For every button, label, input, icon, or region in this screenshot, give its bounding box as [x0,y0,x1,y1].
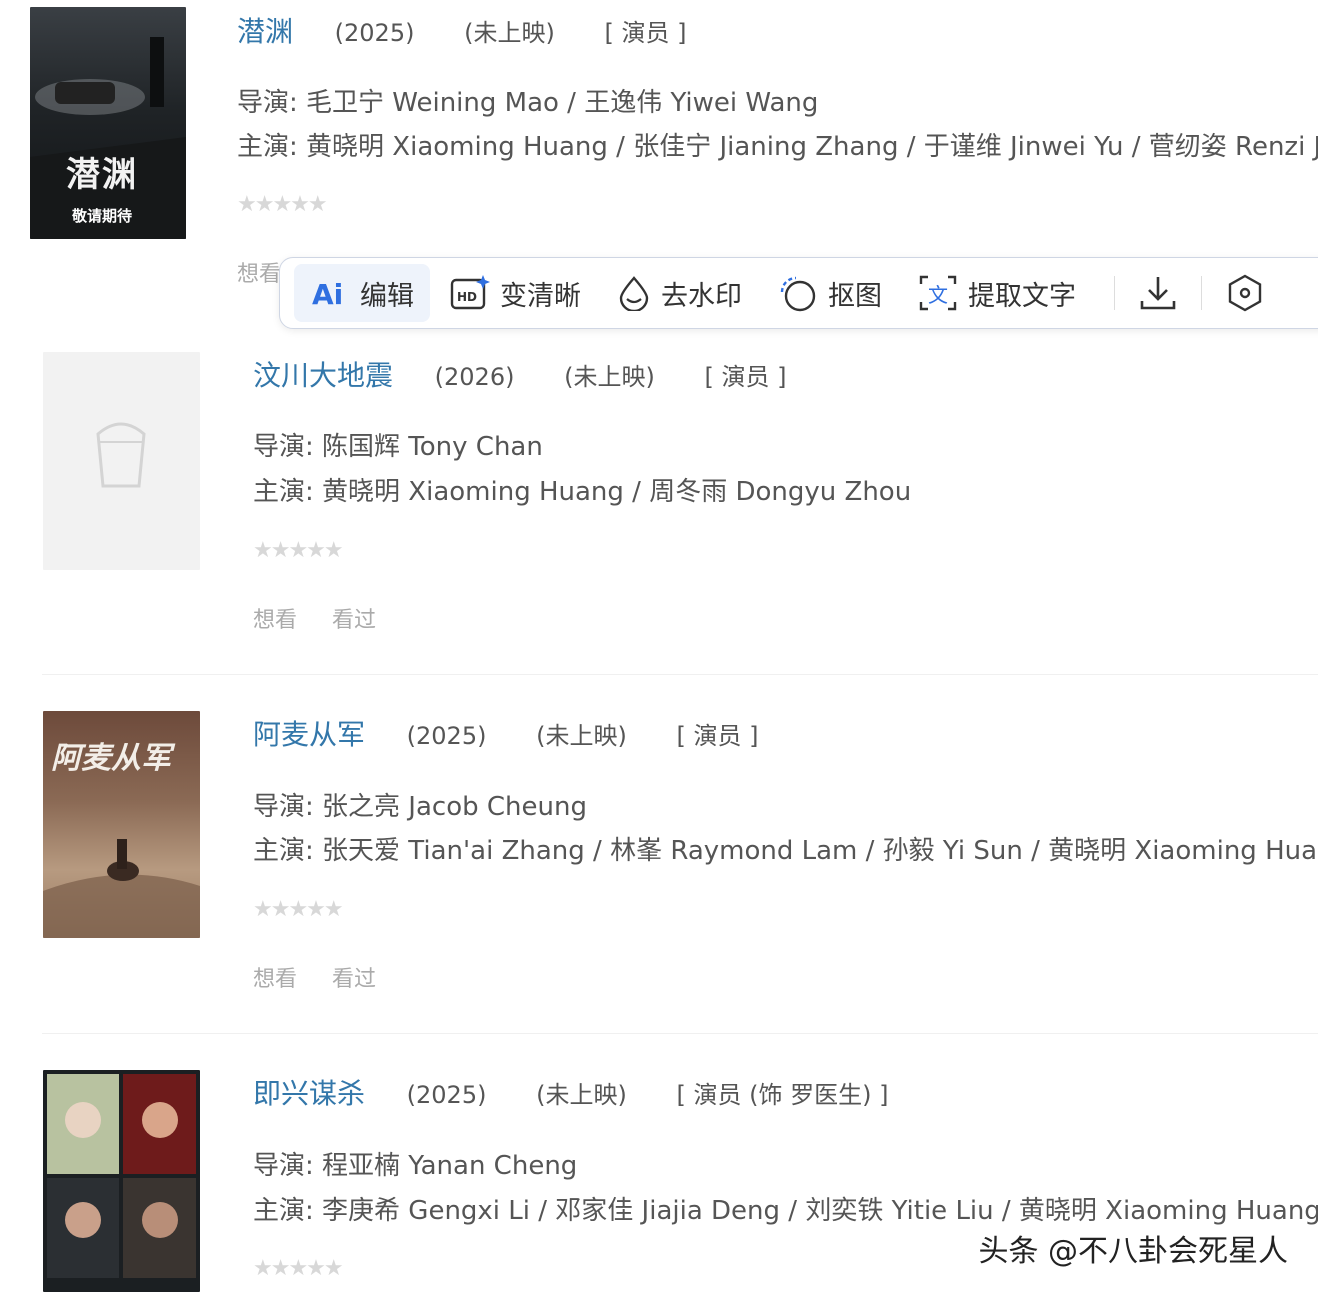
svg-text:HD: HD [457,290,477,304]
cutout-button[interactable]: 抠图 [762,264,898,322]
source-watermark: 头条 @不八卦会死星人 [978,1234,1288,1269]
cast-line: 主演: 黄晓明 Xiaoming Huang / 周冬雨 Dongyu Zhou [253,471,911,508]
movie-poster[interactable] [43,1070,200,1292]
ai-icon: Ai [312,278,343,310]
movie-year: (2025) [406,722,487,750]
director-line: 导演: 毛卫宁 Weining Mao / 王逸伟 Yiwei Wang [237,82,818,119]
remove-watermark-label: 去水印 [661,280,742,312]
hd-icon: HD [450,275,490,310]
cast-names[interactable]: 黄晓明 Xiaoming Huang / 张佳宁 Jianing Zhang /… [306,132,1318,162]
cast-label: 主演: [253,836,314,866]
director-label: 导演: [237,88,298,118]
cast-label: 主演: [253,477,314,507]
movie-title-link[interactable]: 即兴谋杀 [253,1077,365,1110]
director-names[interactable]: 程亚楠 Yanan Cheng [322,1151,577,1181]
poster-subtitle: 敬请期待 [72,207,133,225]
cutout-label: 抠图 [828,280,882,312]
svg-text:Ai: Ai [312,278,343,310]
poster-title: 潜渊 [66,155,138,195]
toolbar-divider [1201,276,1202,310]
cast-line: 主演: 张天爱 Tian'ai Zhang / 林峯 Raymond Lam /… [253,830,1318,867]
movie-status: (未上映) [564,363,655,391]
title-row: 汶川大地震 (2026) (未上映) [ 演员 ] [253,354,828,394]
rating-stars[interactable]: ★★★★★ [253,897,344,922]
cast-line: 主演: 黄晓明 Xiaoming Huang / 张佳宁 Jianing Zha… [237,126,1318,163]
movie-role: [ 演员 ] [704,363,787,391]
watched-link[interactable]: 看过 [332,967,376,992]
cast-names[interactable]: 张天爱 Tian'ai Zhang / 林峯 Raymond Lam / 孙毅 … [322,836,1318,866]
cast-label: 主演: [253,1196,314,1226]
enhance-button[interactable]: HD 变清晰 [434,264,597,322]
movie-year: (2025) [406,1081,487,1109]
text-scan-icon: 文 [919,275,957,311]
cast-names[interactable]: 黄晓明 Xiaoming Huang / 周冬雨 Dongyu Zhou [322,477,911,507]
entry-divider [42,674,1318,675]
cutout-icon [780,276,816,312]
settings-button[interactable] [1220,268,1270,318]
movie-role: [ 演员 ] [676,722,759,750]
movie-status: (未上映) [536,1081,627,1109]
extract-text-label: 提取文字 [968,280,1076,312]
toolbar-divider [1114,276,1115,310]
image-tools-toolbar: Ai 编辑 HD 变清晰 去水印 抠图 文 提取文字 [279,257,1318,329]
title-row: 阿麦从军 (2025) (未上映) [ 演员 ] [253,713,800,753]
director-line: 导演: 张之亮 Jacob Cheung [253,786,587,823]
download-icon [1140,277,1176,310]
svg-text:文: 文 [928,283,948,307]
entry-divider [42,1033,1318,1034]
rating-stars[interactable]: ★★★★★ [253,1256,344,1281]
cast-line: 主演: 李庚希 Gengxi Li / 邓家佳 Jiajia Deng / 刘奕… [253,1190,1318,1227]
director-label: 导演: [253,792,314,822]
poster-art [47,1074,196,1278]
movie-poster[interactable]: 阿麦从军 [43,711,200,938]
director-label: 导演: [253,432,314,462]
director-names[interactable]: 毛卫宁 Weining Mao / 王逸伟 Yiwei Wang [306,88,818,118]
movie-year: (2026) [434,363,515,391]
movie-title-link[interactable]: 潜渊 [237,15,293,48]
download-button[interactable] [1133,268,1183,318]
want-to-watch-link[interactable]: 想看 [253,608,297,633]
title-row: 即兴谋杀 (2025) (未上映) [ 演员 (饰 罗医生) ] [253,1072,930,1112]
popcorn-icon [96,422,146,488]
director-line: 导演: 程亚楠 Yanan Cheng [253,1145,577,1182]
movie-title-link[interactable]: 汶川大地震 [253,359,393,392]
poster-title: 阿麦从军 [51,741,171,776]
entry-actions: 想看 看过 [253,602,404,634]
movie-role: [ 演员 ] [604,19,687,47]
entry-actions: 想看 看过 [253,961,404,993]
drop-icon [619,276,649,311]
settings-icon [1228,274,1262,312]
director-line: 导演: 陈国辉 Tony Chan [253,426,543,463]
want-to-watch-link[interactable]: 想看 [237,262,281,287]
ai-edit-button[interactable]: Ai 编辑 [294,264,430,322]
movie-status: (未上映) [536,722,627,750]
remove-watermark-button[interactable]: 去水印 [601,264,758,322]
movie-poster[interactable]: 潜渊 敬请期待 [30,7,186,239]
director-label: 导演: [253,1151,314,1181]
movie-poster-placeholder[interactable] [43,352,200,570]
movie-status: (未上映) [464,19,555,47]
movie-role: [ 演员 (饰 罗医生) ] [676,1081,889,1109]
cast-label: 主演: [237,132,298,162]
ai-edit-label: 编辑 [360,280,414,312]
want-to-watch-link[interactable]: 想看 [253,967,297,992]
movie-title-link[interactable]: 阿麦从军 [253,718,365,751]
enhance-label: 变清晰 [500,280,581,312]
extract-text-button[interactable]: 文 提取文字 [902,264,1092,322]
rating-stars[interactable]: ★★★★★ [253,538,344,563]
cast-names[interactable]: 李庚希 Gengxi Li / 邓家佳 Jiajia Deng / 刘奕铁 Yi… [322,1196,1318,1226]
director-names[interactable]: 张之亮 Jacob Cheung [322,792,587,822]
watched-link[interactable]: 看过 [332,608,376,633]
title-row: 潜渊 (2025) (未上映) [ 演员 ] [237,10,728,50]
movie-year: (2025) [334,19,415,47]
rating-stars[interactable]: ★★★★★ [237,192,328,217]
director-names[interactable]: 陈国辉 Tony Chan [322,432,543,462]
